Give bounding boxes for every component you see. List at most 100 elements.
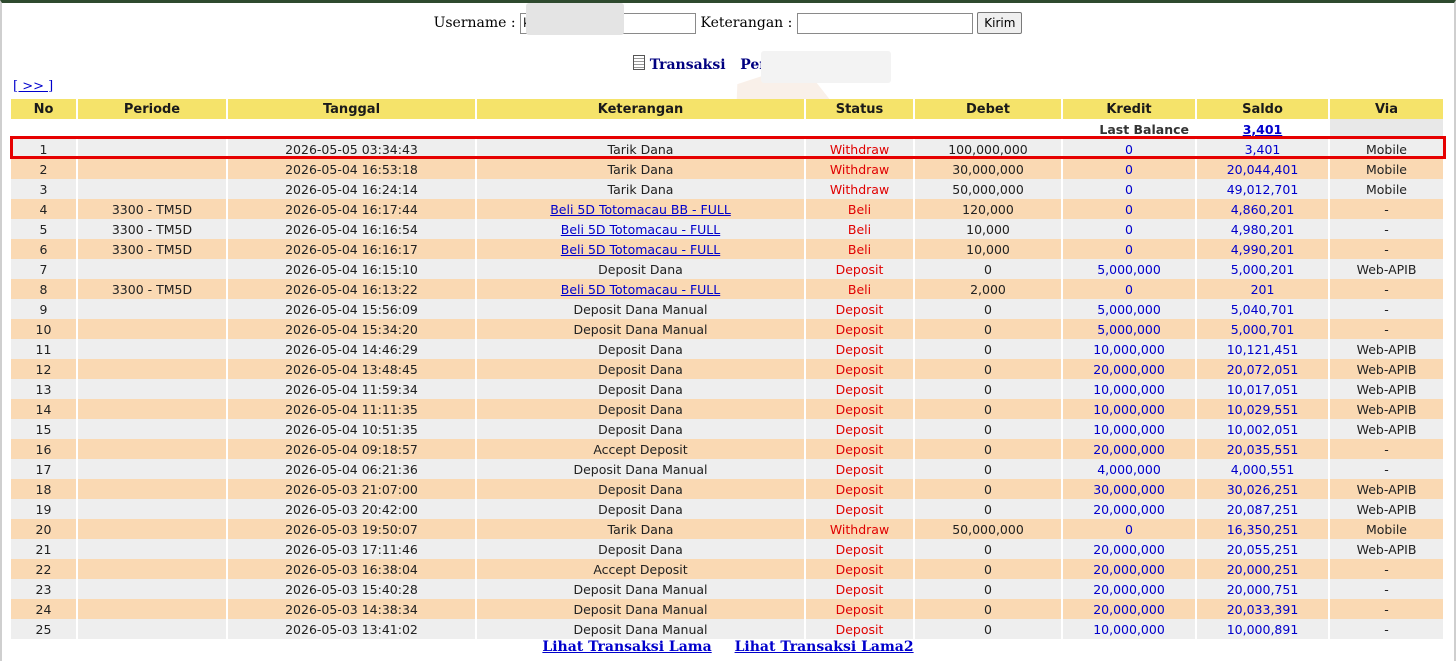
cell-tanggal: 2026-05-04 16:17:44 — [228, 199, 477, 219]
cell-status: Deposit — [806, 419, 915, 439]
cell-ket: Accept Deposit — [477, 559, 806, 579]
cell-status: Deposit — [806, 379, 915, 399]
bet-detail-link[interactable]: Beli 5D Totomacau - FULL — [561, 222, 720, 237]
table-row: 12 2026-05-04 13:48:45 Deposit Dana Deposit… — [11, 359, 1445, 379]
cell-debet: 100,000,000 — [915, 139, 1063, 159]
table-row: 2 2026-05-04 16:53:18 Tarik Dana Withdraw 30… — [11, 159, 1445, 179]
cell-tanggal: 2026-05-04 16:13:22 — [228, 279, 477, 299]
cell-saldo: 20,072,051 — [1197, 359, 1330, 379]
cell-debet: 0 — [915, 399, 1063, 419]
table-row: 5 3300 - TM5D 2026-05-04 16:16:54 Beli 5D T… — [11, 219, 1445, 239]
cell-saldo: 30,026,251 — [1197, 479, 1330, 499]
cell-tanggal: 2026-05-05 03:34:43 — [228, 139, 477, 159]
cell-no: 8 — [11, 279, 78, 299]
cell-ket: Deposit Dana — [477, 419, 806, 439]
cell-debet: 120,000 — [915, 199, 1063, 219]
cell-kredit: 0 — [1063, 279, 1197, 299]
cell-ket: Tarik Dana — [477, 519, 806, 539]
cell-tanggal: 2026-05-04 16:15:10 — [228, 259, 477, 279]
cell-kredit: 20,000,000 — [1063, 599, 1197, 619]
cell-no: 3 — [11, 179, 78, 199]
cell-ket: Deposit Dana Manual — [477, 579, 806, 599]
cell-periode — [78, 579, 228, 599]
bet-detail-link[interactable]: Beli 5D Totomacau - FULL — [561, 282, 720, 297]
page-heading: Transaksi Pemain : k — [0, 55, 1456, 75]
cell-ket: Beli 5D Totomacau BB - FULL — [477, 199, 806, 219]
cell-periode — [78, 159, 228, 179]
cell-saldo: 4,000,551 — [1197, 459, 1330, 479]
cell-via: - — [1330, 559, 1445, 579]
table-row: 15 2026-05-04 10:51:35 Deposit Dana Deposit… — [11, 419, 1445, 439]
cell-periode — [78, 439, 228, 459]
username-label: Username : — [433, 15, 516, 31]
cell-no: 16 — [11, 439, 78, 459]
cell-status: Withdraw — [806, 139, 915, 159]
cell-periode — [78, 139, 228, 159]
cell-via: - — [1330, 599, 1445, 619]
cell-ket: Deposit Dana Manual — [477, 619, 806, 639]
cell-status: Deposit — [806, 259, 915, 279]
cell-no: 10 — [11, 319, 78, 339]
cell-saldo: 16,350,251 — [1197, 519, 1330, 539]
cell-saldo: 3,401 — [1197, 139, 1330, 159]
cell-no: 2 — [11, 159, 78, 179]
bet-detail-link[interactable]: Beli 5D Totomacau BB - FULL — [550, 202, 731, 217]
col-tanggal-header: Tanggal — [228, 99, 477, 119]
cell-periode: 3300 - TM5D — [78, 219, 228, 239]
cell-periode — [78, 539, 228, 559]
cell-debet: 0 — [915, 499, 1063, 519]
table-row: 14 2026-05-04 11:11:35 Deposit Dana Deposit… — [11, 399, 1445, 419]
old-transactions-link-2[interactable]: Lihat Transaksi Lama2 — [735, 639, 914, 655]
last-balance-label: Last Balance — [915, 119, 1197, 139]
cell-tanggal: 2026-05-03 19:50:07 — [228, 519, 477, 539]
cell-periode — [78, 599, 228, 619]
keterangan-input[interactable] — [796, 12, 973, 34]
cell-saldo: 10,017,051 — [1197, 379, 1330, 399]
cell-tanggal: 2026-05-04 06:21:36 — [228, 459, 477, 479]
cell-saldo: 20,087,251 — [1197, 499, 1330, 519]
cell-saldo: 4,980,201 — [1197, 219, 1330, 239]
cell-debet: 0 — [915, 379, 1063, 399]
bet-detail-link[interactable]: Beli 5D Totomacau - FULL — [561, 242, 720, 257]
table-row: 18 2026-05-03 21:07:00 Deposit Dana Deposit… — [11, 479, 1445, 499]
cell-via: Mobile — [1330, 159, 1445, 179]
cell-debet: 0 — [915, 419, 1063, 439]
cell-status: Beli — [806, 199, 915, 219]
cell-debet: 0 — [915, 299, 1063, 319]
next-page-link[interactable]: [ >> ] — [13, 79, 53, 94]
cell-ket: Tarik Dana — [477, 179, 806, 199]
cell-kredit: 10,000,000 — [1063, 399, 1197, 419]
col-keterangan-header: Keterangan — [477, 99, 806, 119]
table-row: 10 2026-05-04 15:34:20 Deposit Dana Manual… — [11, 319, 1445, 339]
cell-saldo: 10,121,451 — [1197, 339, 1330, 359]
transactions-table: No Periode Tanggal Keterangan Status Debet Kre… — [11, 99, 1445, 639]
cell-via: - — [1330, 239, 1445, 259]
cell-via: - — [1330, 199, 1445, 219]
table-row: 7 2026-05-04 16:15:10 Deposit Dana Deposit 0… — [11, 259, 1445, 279]
cell-via: Web-APIB — [1330, 359, 1445, 379]
cell-ket: Deposit Dana — [477, 499, 806, 519]
cell-via: - — [1330, 219, 1445, 239]
cell-ket: Deposit Dana — [477, 399, 806, 419]
cell-via: Web-APIB — [1330, 539, 1445, 559]
cell-saldo: 10,002,051 — [1197, 419, 1330, 439]
col-via-header: Via — [1330, 99, 1445, 119]
cell-status: Deposit — [806, 599, 915, 619]
last-balance-value[interactable]: 3,401 — [1197, 119, 1330, 139]
cell-ket: Deposit Dana Manual — [477, 319, 806, 339]
cell-saldo: 10,000,891 — [1197, 619, 1330, 639]
heading-title: Transaksi — [649, 57, 726, 73]
cell-tanggal: 2026-05-04 16:16:54 — [228, 219, 477, 239]
cell-no: 1 — [11, 139, 78, 159]
cell-kredit: 0 — [1063, 219, 1197, 239]
cell-via: - — [1330, 439, 1445, 459]
old-transactions-link[interactable]: Lihat Transaksi Lama — [542, 639, 711, 655]
cell-kredit: 20,000,000 — [1063, 579, 1197, 599]
cell-tanggal: 2026-05-04 16:16:17 — [228, 239, 477, 259]
cell-kredit: 5,000,000 — [1063, 259, 1197, 279]
cell-tanggal: 2026-05-03 16:38:04 — [228, 559, 477, 579]
cell-debet: 0 — [915, 319, 1063, 339]
col-kredit-header: Kredit — [1063, 99, 1197, 119]
submit-button[interactable]: Kirim — [977, 12, 1023, 34]
table-row: 22 2026-05-03 16:38:04 Accept Deposit Depos… — [11, 559, 1445, 579]
